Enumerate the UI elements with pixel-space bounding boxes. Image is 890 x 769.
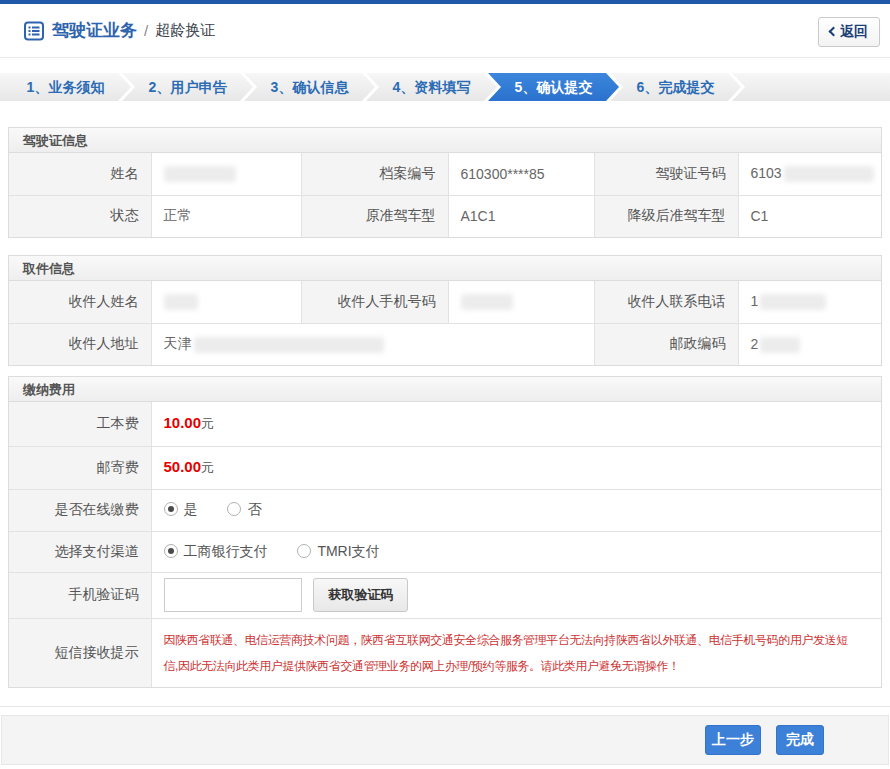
- breadcrumb-separator: /: [144, 22, 148, 39]
- online-pay-options: 是 否: [151, 489, 881, 531]
- status-value: 正常: [151, 195, 301, 237]
- redacted-postcode: [760, 337, 800, 353]
- redacted-recipient-phone: [760, 294, 826, 310]
- license-no-value: 6103: [738, 153, 881, 195]
- recipient-phone-label: 收件人联系电话: [594, 281, 738, 323]
- name-value: [151, 153, 301, 195]
- step-1-business-notice[interactable]: 1、业务须知: [0, 73, 131, 101]
- production-fee-value: 10.00元: [151, 402, 881, 446]
- section-title-pickup: 取件信息: [9, 256, 881, 281]
- radio-channel-icbc-label: 工商银行支付: [184, 543, 268, 559]
- pay-channel-options: 工商银行支付 TMRI支付: [151, 531, 881, 572]
- pay-channel-label: 选择支付渠道: [9, 531, 151, 572]
- radio-channel-tmri-label: TMRI支付: [317, 543, 379, 559]
- fees-table: 工本费 10.00元 邮寄费 50.00元 是否在线缴费 是 否 选择支付渠道 …: [9, 402, 881, 687]
- license-info-table: 姓名 档案编号 610300****85 驾驶证号码 6103 状态 正常 原准…: [9, 153, 881, 237]
- redacted-name: [164, 166, 236, 182]
- step-progress-bar: 1、业务须知 2、用户申告 3、确认信息 4、资料填写 5、确认提交 6、完成提…: [0, 73, 890, 101]
- redacted-recipient-address: [194, 337, 384, 353]
- page-subtitle: 超龄换证: [155, 21, 215, 40]
- page-header: 驾驶证业务 / 超龄换证 返回: [0, 4, 890, 58]
- radio-channel-tmri[interactable]: [297, 544, 311, 558]
- radio-online-pay-no-label: 否: [247, 501, 261, 517]
- finish-button[interactable]: 完成: [776, 725, 824, 755]
- recipient-phone-value: 1: [738, 281, 881, 323]
- sms-notice-text: 因陕西省联通、电信运营商技术问题，陕西省互联网交通安全综合服务管理平台无法向持陕…: [151, 618, 881, 687]
- downgraded-class-label: 降级后准驾车型: [594, 195, 738, 237]
- section-title-fees: 缴纳费用: [9, 377, 881, 402]
- downgraded-class-value: C1: [738, 195, 881, 237]
- section-pickup-info: 取件信息 收件人姓名 收件人手机号码 收件人联系电话 1 收件人地址 天津 邮政…: [8, 255, 882, 366]
- step-2-user-declaration[interactable]: 2、用户申告: [122, 73, 253, 101]
- orig-class-label: 原准驾车型: [301, 195, 448, 237]
- orig-class-value: A1C1: [448, 195, 594, 237]
- section-title-license: 驾驶证信息: [9, 128, 881, 153]
- recipient-address-label: 收件人地址: [9, 323, 151, 365]
- section-license-info: 驾驶证信息 姓名 档案编号 610300****85 驾驶证号码 6103 状态…: [8, 127, 882, 238]
- redacted-recipient-name: [164, 294, 198, 310]
- online-pay-label: 是否在线缴费: [9, 489, 151, 531]
- recipient-mobile-value: [448, 281, 594, 323]
- radio-online-pay-yes-label: 是: [184, 501, 198, 517]
- chevron-left-icon: [829, 27, 839, 37]
- step-3-confirm-info[interactable]: 3、确认信息: [244, 73, 375, 101]
- postage-fee-value: 50.00元: [151, 446, 881, 489]
- sms-code-label: 手机验证码: [9, 572, 151, 618]
- step-5-confirm-submit[interactable]: 5、确认提交: [488, 73, 619, 101]
- postage-fee-label: 邮寄费: [9, 446, 151, 489]
- status-label: 状态: [9, 195, 151, 237]
- postcode-value: 2: [738, 323, 881, 365]
- section-fees: 缴纳费用 工本费 10.00元 邮寄费 50.00元 是否在线缴费 是 否 选择…: [8, 376, 882, 688]
- name-label: 姓名: [9, 153, 151, 195]
- back-button[interactable]: 返回: [818, 17, 880, 47]
- recipient-address-value: 天津: [151, 323, 594, 365]
- radio-online-pay-no[interactable]: [227, 502, 241, 516]
- sms-code-input[interactable]: [164, 578, 302, 612]
- license-service-icon: [24, 21, 44, 41]
- radio-online-pay-yes[interactable]: [164, 502, 178, 516]
- content-bottom-divider: [0, 706, 890, 707]
- file-no-label: 档案编号: [301, 153, 448, 195]
- postcode-label: 邮政编码: [594, 323, 738, 365]
- step-bar-tail: [732, 73, 890, 101]
- recipient-name-label: 收件人姓名: [9, 281, 151, 323]
- recipient-name-value: [151, 281, 301, 323]
- pickup-info-table: 收件人姓名 收件人手机号码 收件人联系电话 1 收件人地址 天津 邮政编码 2: [9, 281, 881, 365]
- recipient-mobile-label: 收件人手机号码: [301, 281, 448, 323]
- redacted-license-no: [784, 166, 874, 182]
- sms-notice-label: 短信接收提示: [9, 618, 151, 687]
- radio-channel-icbc[interactable]: [164, 544, 178, 558]
- sms-code-field: 获取验证码: [151, 572, 881, 618]
- footer-action-bar: 上一步 完成: [1, 715, 889, 765]
- previous-step-button[interactable]: 上一步: [705, 725, 761, 755]
- step-4-fill-materials[interactable]: 4、资料填写: [366, 73, 497, 101]
- page-title: 驾驶证业务: [52, 19, 137, 42]
- get-code-button[interactable]: 获取验证码: [313, 578, 408, 612]
- file-no-value: 610300****85: [448, 153, 594, 195]
- redacted-recipient-mobile: [461, 294, 513, 310]
- production-fee-label: 工本费: [9, 402, 151, 446]
- step-6-complete-submit[interactable]: 6、完成提交: [610, 73, 741, 101]
- license-no-label: 驾驶证号码: [594, 153, 738, 195]
